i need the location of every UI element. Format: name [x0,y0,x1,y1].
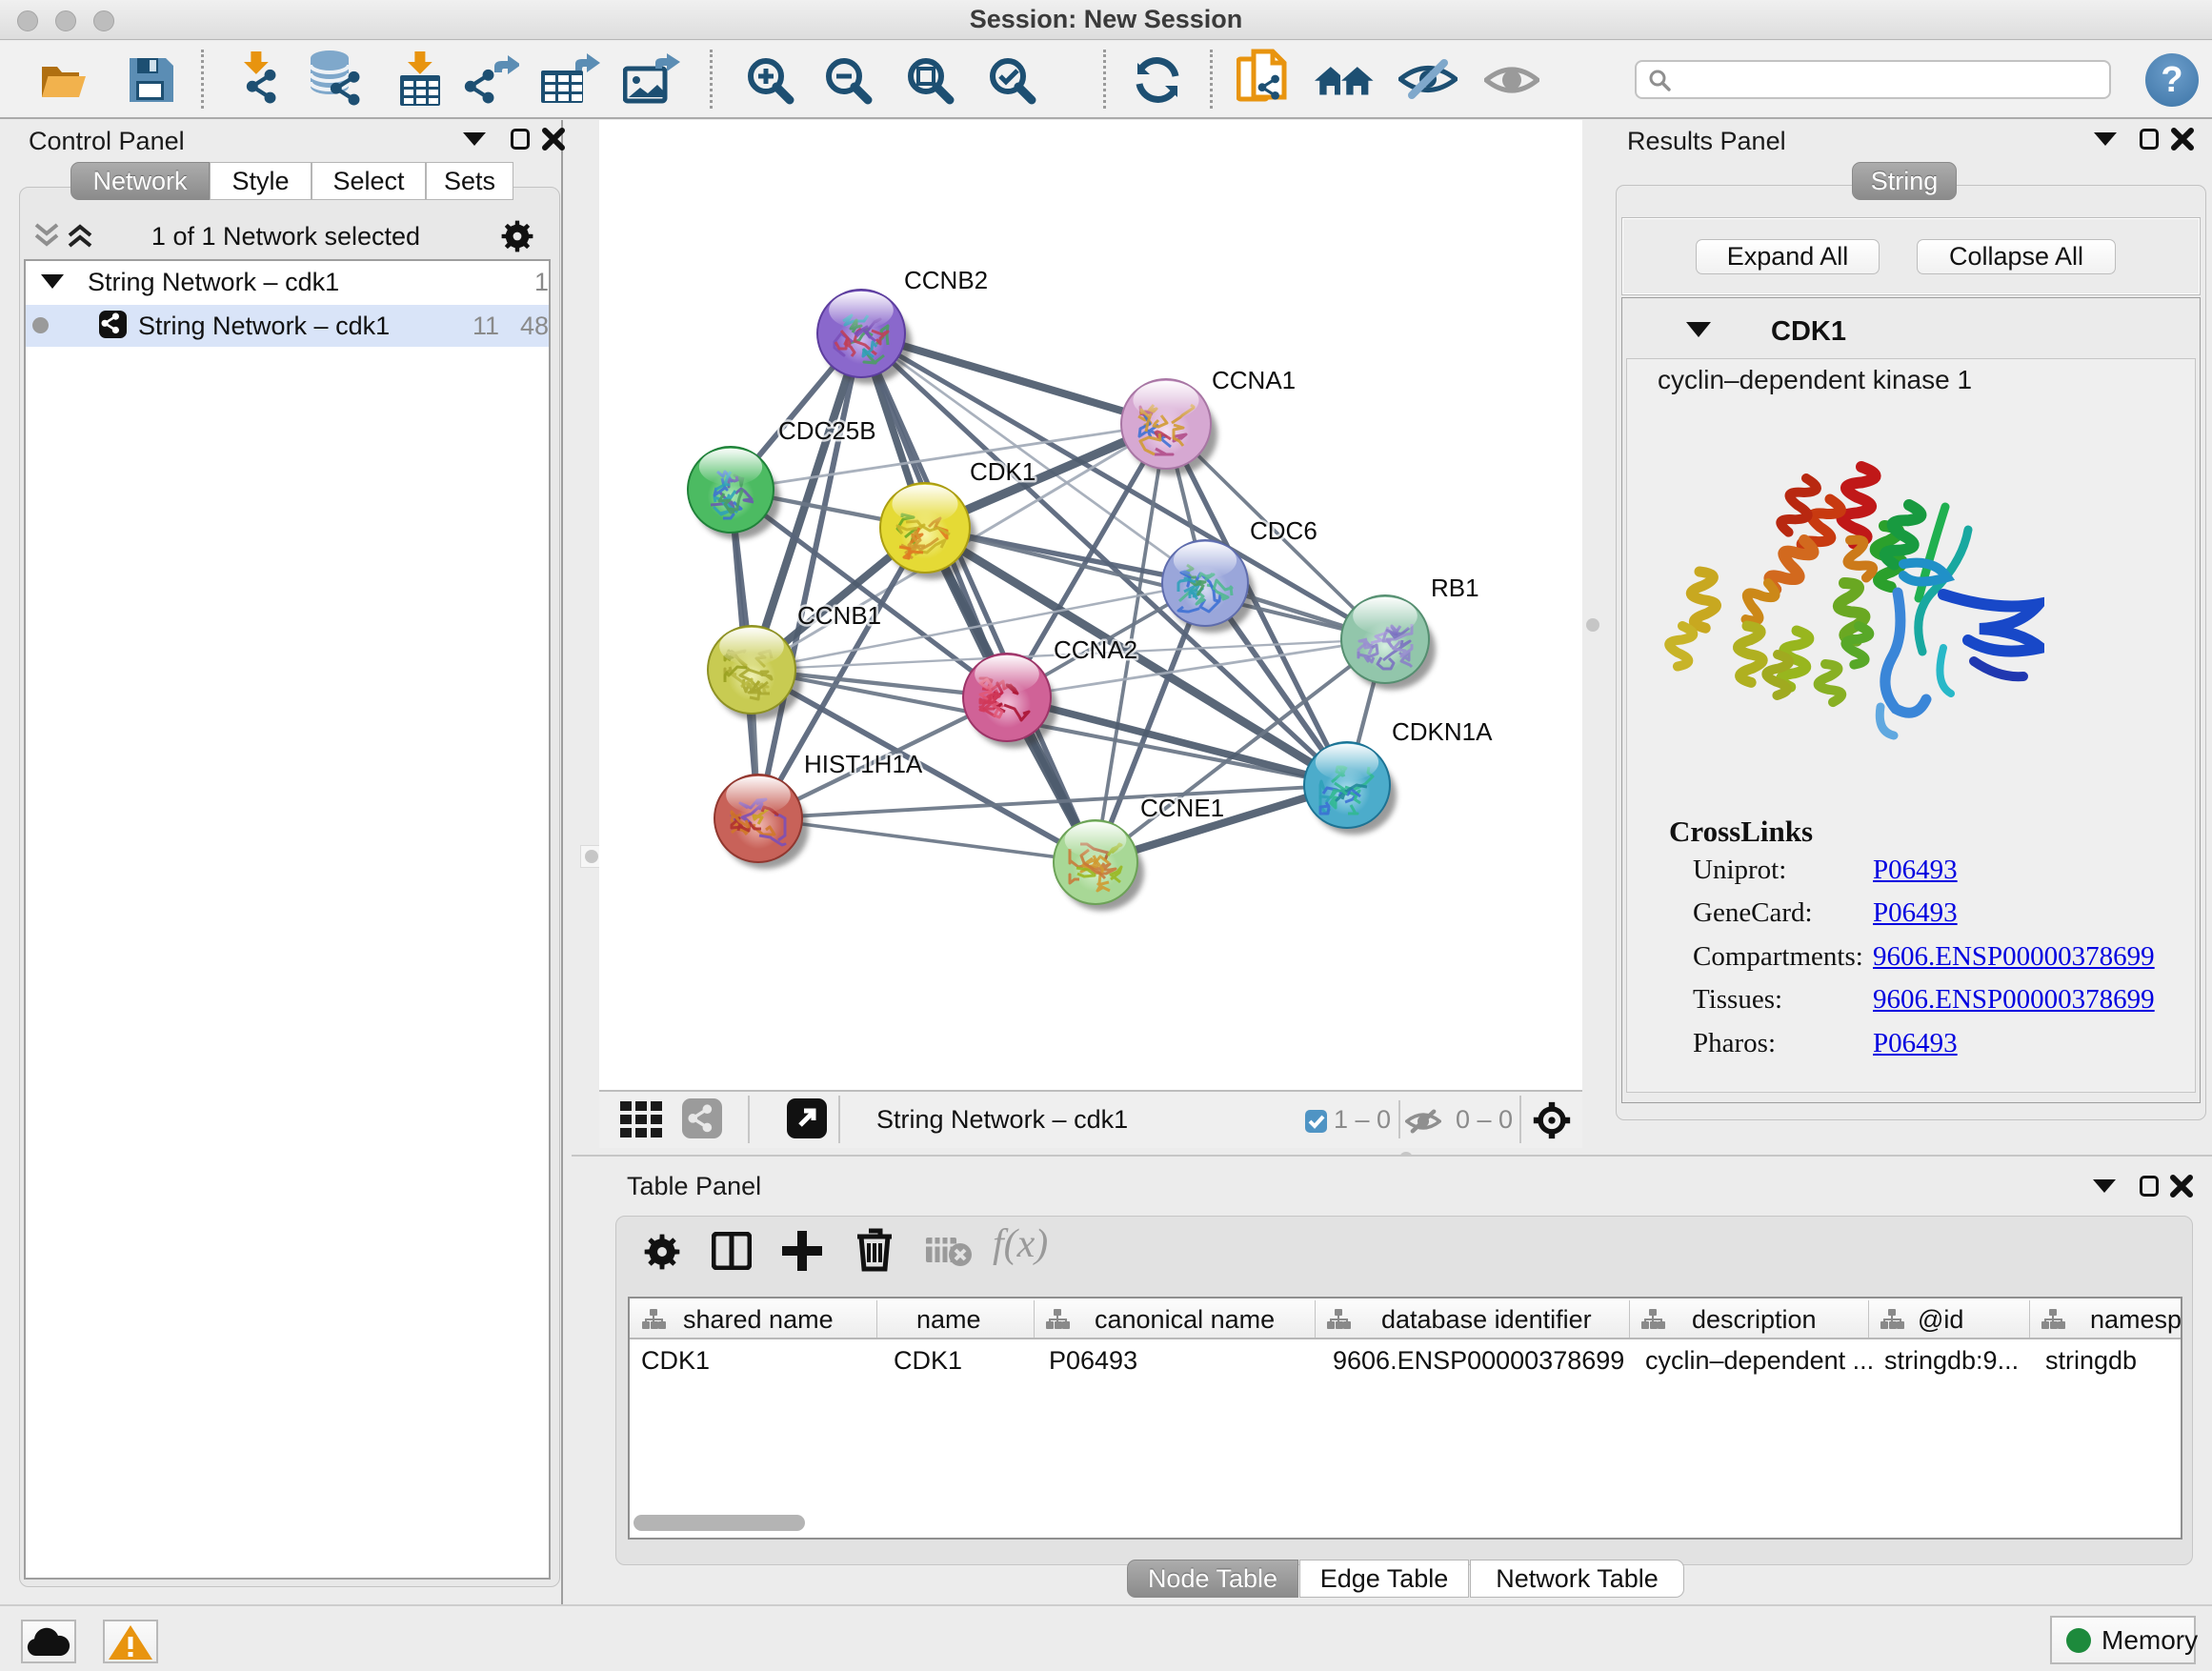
svg-text:CDKN1A: CDKN1A [1392,717,1493,746]
svg-text:RB1: RB1 [1431,574,1479,602]
svg-text:CCNA2: CCNA2 [1054,635,1137,664]
svg-text:CDK1: CDK1 [970,457,1036,486]
svg-text:HIST1H1A: HIST1H1A [804,750,923,778]
svg-text:CCNB2: CCNB2 [904,266,988,294]
svg-text:CCNE1: CCNE1 [1140,794,1224,822]
svg-text:CDC6: CDC6 [1250,516,1317,545]
svg-text:CCNA1: CCNA1 [1212,366,1296,394]
svg-text:CCNB1: CCNB1 [797,601,881,630]
svg-text:CDC25B: CDC25B [778,416,876,445]
